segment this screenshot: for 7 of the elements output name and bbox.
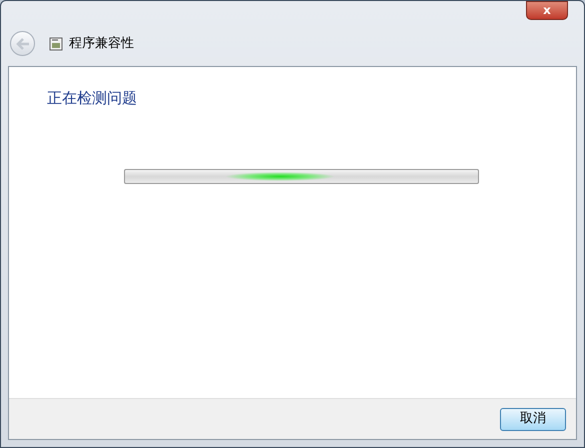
window-icon xyxy=(49,36,63,50)
page-heading: 正在检测问题 xyxy=(47,88,137,109)
cancel-button[interactable]: 取消 xyxy=(500,408,566,430)
window-title: 程序兼容性 xyxy=(69,34,134,53)
back-arrow-icon xyxy=(16,38,30,50)
close-button[interactable]: x xyxy=(526,1,568,20)
back-button[interactable] xyxy=(10,31,35,56)
